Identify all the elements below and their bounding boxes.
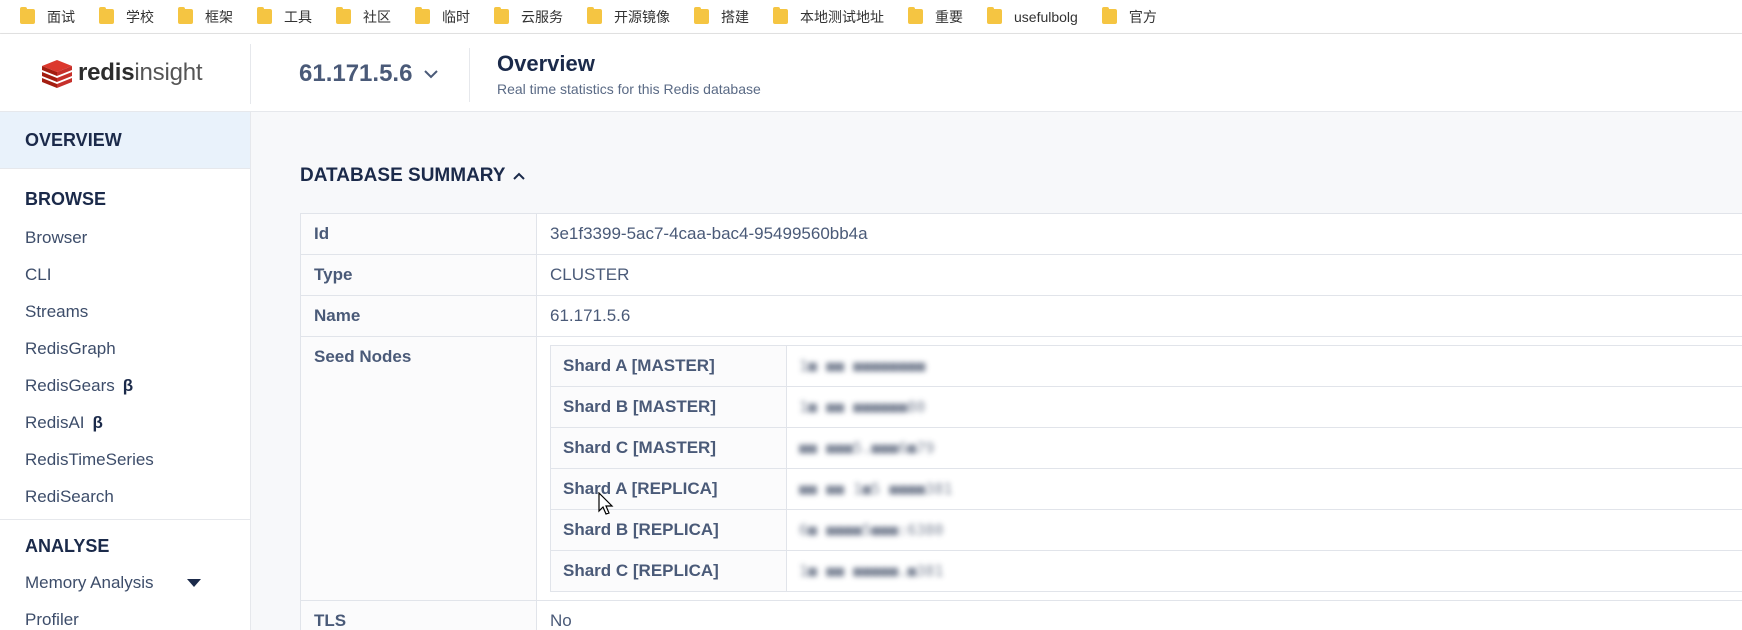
table-row: Id 3e1f3399-5ac7-4caa-bac4-95499560bb4a (300, 214, 1742, 255)
row-label: Type (300, 255, 537, 295)
bookmark-folder[interactable]: 社区 (336, 7, 391, 27)
row-value: 3e1f3399-5ac7-4caa-bac4-95499560bb4a (550, 224, 868, 243)
folder-icon (908, 7, 923, 24)
sidebar-item-redistimeseries[interactable]: RedisTimeSeries (0, 441, 250, 478)
chevron-up-icon (513, 172, 526, 180)
seed-node-row: Shard A [MASTER] 1■ ■■ ■■■■■■■■ (550, 346, 1742, 387)
row-value: 61.171.5.6 (550, 306, 631, 325)
sidebar: OVERVIEW BROWSE Browser CLI Streams Redi… (0, 112, 251, 630)
row-value: No (550, 611, 572, 630)
folder-icon (20, 7, 35, 24)
bookmark-folder[interactable]: 本地测试地址 (773, 7, 884, 27)
database-selector[interactable]: 61.171.5.6 (299, 60, 439, 88)
sidebar-item-streams[interactable]: Streams (0, 293, 250, 330)
page-title: Overview (497, 51, 595, 76)
app-header: redisinsight 61.171.5.6 Overview Real ti… (0, 34, 1742, 112)
mouse-cursor-icon (598, 492, 614, 515)
bookmark-folder[interactable]: 官方 (1101, 7, 1157, 27)
folder-icon (773, 7, 788, 24)
seed-node-label: Shard B [REPLICA] (550, 510, 787, 550)
summary-table: Id 3e1f3399-5ac7-4caa-bac4-95499560bb4a … (300, 213, 1742, 630)
sidebar-item-memory-analysis[interactable]: Memory Analysis (0, 564, 250, 601)
bookmark-folder[interactable]: 框架 (178, 7, 233, 27)
sidebar-item-redisai[interactable]: RedisAI β (0, 404, 250, 441)
database-summary-toggle[interactable]: DATABASE SUMMARY (300, 165, 526, 187)
bookmark-folder[interactable]: 开源镜像 (587, 7, 670, 27)
redis-logo-icon (42, 60, 72, 88)
sidebar-item-browser[interactable]: Browser (0, 219, 250, 256)
page-subtitle: Real time statistics for this Redis data… (497, 81, 761, 97)
main-content: DATABASE SUMMARY Id 3e1f3399-5ac7-4caa-b… (251, 112, 1742, 630)
beta-badge: β (92, 412, 103, 432)
seed-node-address: 1■ ■■ ■■■■■■■■ (799, 357, 926, 375)
folder-icon (694, 7, 709, 24)
seed-node-label: Shard A [REPLICA] (550, 469, 787, 509)
seed-node-row: Shard A [REPLICA] ■■ ■■ 1■5 ■■■■381 (550, 469, 1742, 510)
bookmark-folder[interactable]: 学校 (99, 7, 154, 27)
seed-node-address: ■■ ■■ 1■5 ■■■■381 (799, 480, 953, 498)
folder-icon (415, 7, 430, 24)
sidebar-item-redisearch[interactable]: RediSearch (0, 478, 250, 515)
database-name: 61.171.5.6 (299, 60, 413, 87)
row-label: Seed Nodes (300, 337, 537, 600)
logo-text-bold: redis (78, 59, 135, 86)
sidebar-section-browse: BROWSE (25, 189, 106, 209)
folder-icon (1101, 7, 1117, 24)
bookmarks-bar: 面试 学校 框架 工具 社区 临时 云服务 开源镜像 搭建 本地测试地址 重要 … (0, 0, 1742, 34)
section-title: DATABASE SUMMARY (300, 165, 506, 186)
table-row: Seed Nodes Shard A [MASTER] 1■ ■■ ■■■■■■… (300, 337, 1742, 601)
folder-icon (336, 7, 351, 24)
bookmark-folder[interactable]: 临时 (415, 7, 470, 27)
sidebar-item-redisgraph[interactable]: RedisGraph (0, 330, 250, 367)
table-row: TLS No (300, 601, 1742, 630)
table-row: Type CLUSTER (300, 255, 1742, 296)
caret-down-icon[interactable] (187, 578, 202, 587)
beta-badge: β (122, 375, 134, 395)
seed-node-address: 1■ ■■ ■■■■■.■381 (799, 562, 944, 580)
divider (469, 48, 470, 102)
sidebar-item-overview[interactable]: OVERVIEW (0, 112, 250, 169)
folder-icon (987, 7, 1002, 24)
bookmark-folder[interactable]: 重要 (908, 7, 963, 27)
row-value: CLUSTER (550, 265, 630, 284)
redisinsight-logo[interactable]: redisinsight (40, 58, 203, 88)
seed-node-address: 1■ ■■ ■■■■■■80 (799, 398, 926, 416)
folder-icon (257, 7, 272, 24)
seed-node-label: Shard A [MASTER] (550, 346, 787, 386)
seed-node-row: Shard B [REPLICA] 6■ ■■■■5■■■:6380 (550, 510, 1742, 551)
row-label: Name (300, 296, 537, 336)
bookmark-folder[interactable]: 面试 (20, 7, 75, 27)
bookmark-folder[interactable]: usefulbolg (987, 7, 1078, 25)
bookmark-folder[interactable]: 工具 (257, 7, 312, 27)
seed-node-label: Shard B [MASTER] (550, 387, 787, 427)
seed-node-row: Shard C [REPLICA] 1■ ■■ ■■■■■.■381 (550, 551, 1742, 592)
row-label: TLS (300, 601, 537, 630)
sidebar-section-analyse: ANALYSE (25, 536, 110, 556)
sidebar-item-cli[interactable]: CLI (0, 256, 250, 293)
bookmark-folder[interactable]: 云服务 (494, 7, 563, 27)
table-row: Name 61.171.5.6 (300, 296, 1742, 337)
row-label: Id (300, 214, 537, 254)
seed-nodes-table: Shard A [MASTER] 1■ ■■ ■■■■■■■■ Shard B … (550, 345, 1742, 592)
sidebar-item-profiler[interactable]: Profiler (0, 601, 250, 630)
logo-text-light: insight (134, 59, 203, 86)
folder-icon (494, 7, 509, 24)
sidebar-item-redisgears[interactable]: RedisGears β (0, 367, 250, 404)
seed-node-label: Shard C [MASTER] (550, 428, 787, 468)
folder-icon (587, 7, 602, 24)
bookmark-folder[interactable]: 搭建 (694, 7, 749, 27)
seed-node-address: ■■ ■■■5.■■■6■79 (799, 439, 935, 457)
divider (250, 44, 251, 104)
seed-node-row: Shard C [MASTER] ■■ ■■■5.■■■6■79 (550, 428, 1742, 469)
seed-node-label: Shard C [REPLICA] (550, 551, 787, 591)
seed-node-address: 6■ ■■■■5■■■:6380 (799, 521, 944, 539)
seed-node-row: Shard B [MASTER] 1■ ■■ ■■■■■■80 (550, 387, 1742, 428)
chevron-down-icon (424, 70, 439, 79)
folder-icon (178, 7, 193, 24)
folder-icon (99, 7, 114, 24)
